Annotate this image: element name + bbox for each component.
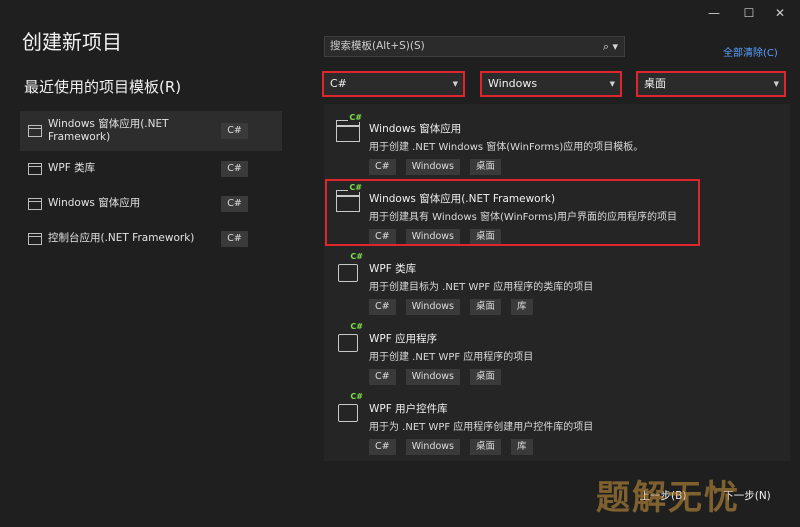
wpf-icon (28, 162, 42, 175)
recent-item-console-netfx[interactable]: 控制台应用(.NET Framework) C# (20, 221, 282, 256)
maximize-button[interactable]: ☐ (734, 4, 764, 22)
recent-templates-heading: 最近使用的项目模板(R) (24, 78, 182, 96)
tag: 桌面 (470, 159, 502, 175)
template-title: WPF 应用程序 (369, 333, 438, 345)
template-tags: C# Windows 桌面 (369, 159, 502, 175)
tag: Windows (405, 369, 461, 385)
tag: 桌面 (470, 439, 502, 455)
template-description: 用于创建 .NET WPF 应用程序的项目 (369, 352, 534, 363)
recent-item-label: 控制台应用(.NET Framework) (48, 232, 195, 244)
winforms-icon (28, 197, 42, 210)
recent-item-label: Windows 窗体应用 (48, 197, 141, 209)
template-title: WPF 类库 (369, 263, 417, 275)
search-placeholder: 搜索模板(Alt+S)(S) (330, 40, 425, 52)
tag: 桌面 (470, 369, 502, 385)
tag: C# (369, 159, 396, 175)
language-badge: C# (221, 123, 248, 139)
selected-template-highlight (325, 179, 700, 246)
recent-templates-list: Windows 窗体应用(.NET Framework) C# WPF 类库 C… (20, 111, 282, 256)
tag: 库 (511, 439, 533, 455)
tag: Windows (405, 159, 461, 175)
recent-item-label: WPF 类库 (48, 162, 96, 174)
tag: C# (369, 439, 396, 455)
template-tags: C# Windows 桌面 库 (369, 299, 533, 315)
language-badge: C# (221, 230, 248, 247)
recent-item-winforms[interactable]: Windows 窗体应用 C# (20, 186, 282, 221)
tag: Windows (405, 299, 461, 315)
tag: 桌面 (470, 299, 502, 315)
template-description: 用于创建 .NET Windows 窗体(WinForms)应用的项目模板。 (369, 142, 644, 153)
language-filter[interactable]: C# ▼ (322, 71, 465, 97)
template-item[interactable]: C# WPF 类库 用于创建目标为 .NET WPF 应用程序的类库的项目 C#… (324, 250, 790, 320)
project-type-filter[interactable]: 桌面 ▼ (636, 71, 786, 97)
close-button[interactable]: ✕ (765, 4, 795, 22)
wpf-usercontrol-icon: C# (336, 392, 364, 422)
template-results-list: C# Windows 窗体应用 用于创建 .NET Windows 窗体(Win… (324, 104, 790, 461)
search-icon[interactable]: ⌕ ▾ (603, 37, 618, 56)
platform-filter-value: Windows (488, 77, 538, 90)
template-item[interactable]: C# Windows 窗体应用 用于创建 .NET Windows 窗体(Win… (324, 110, 790, 180)
language-badge: C# (221, 195, 248, 212)
tag: 库 (511, 299, 533, 315)
template-title: WPF 用户控件库 (369, 403, 448, 415)
page-title: 创建新项目 (22, 30, 122, 54)
tag: C# (369, 369, 396, 385)
recent-item-winforms-netfx[interactable]: Windows 窗体应用(.NET Framework) C# (20, 111, 282, 151)
console-icon (28, 232, 42, 245)
recent-item-wpf-library[interactable]: WPF 类库 C# (20, 151, 282, 186)
template-tags: C# Windows 桌面 库 (369, 439, 533, 455)
wpf-icon: C# (336, 252, 364, 282)
wpf-icon: C# (336, 322, 364, 352)
chevron-down-icon: ▼ (609, 80, 615, 88)
template-title: Windows 窗体应用 (369, 123, 462, 135)
tag: C# (369, 299, 396, 315)
watermark-logo: 题解无忧 (596, 478, 740, 518)
minimize-button[interactable]: — (699, 4, 729, 22)
winforms-icon (28, 125, 42, 137)
search-input[interactable]: 搜索模板(Alt+S)(S) ⌕ ▾ (324, 36, 625, 57)
platform-filter[interactable]: Windows ▼ (480, 71, 622, 97)
template-description: 用于为 .NET WPF 应用程序创建用户控件库的项目 (369, 422, 594, 433)
language-badge: C# (221, 160, 248, 177)
template-item[interactable]: C# WPF 用户控件库 用于为 .NET WPF 应用程序创建用户控件库的项目… (324, 390, 790, 460)
chevron-down-icon: ▼ (452, 80, 458, 88)
chevron-down-icon: ▼ (773, 80, 779, 88)
recent-item-label: Windows 窗体应用(.NET Framework) (48, 118, 169, 143)
template-description: 用于创建目标为 .NET WPF 应用程序的类库的项目 (369, 282, 594, 293)
language-filter-value: C# (330, 77, 347, 90)
winforms-icon: C# (336, 113, 363, 142)
project-type-filter-value: 桌面 (644, 77, 666, 90)
clear-all-link[interactable]: 全部清除(C) (723, 44, 778, 59)
tag: Windows (405, 439, 461, 455)
template-item[interactable]: C# WPF 应用程序 用于创建 .NET WPF 应用程序的项目 C# Win… (324, 320, 790, 390)
template-tags: C# Windows 桌面 (369, 369, 502, 385)
